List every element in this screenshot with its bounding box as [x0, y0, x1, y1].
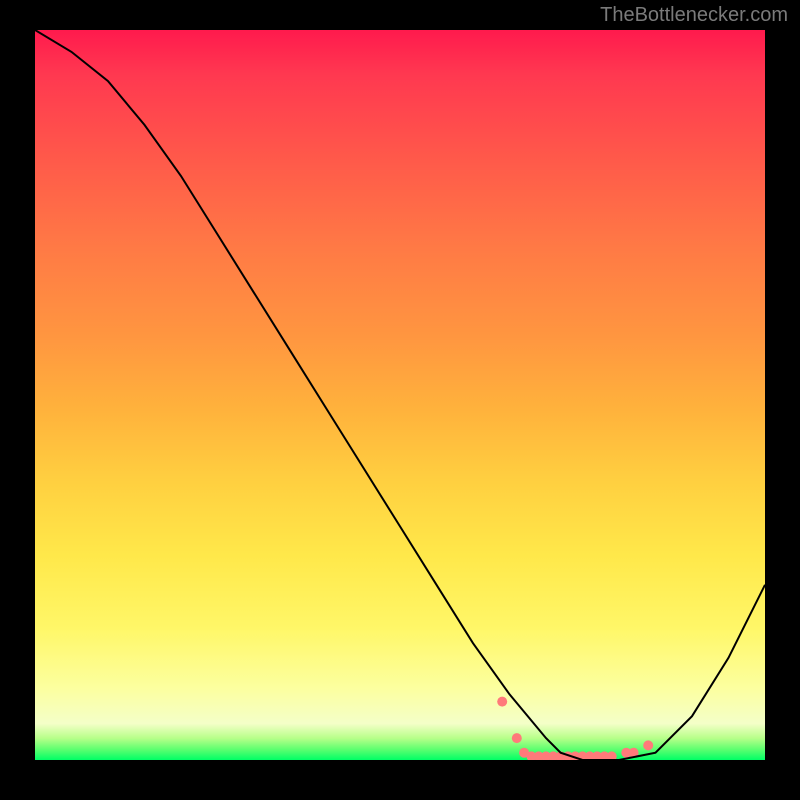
optimal-marker-dot — [497, 697, 507, 707]
bottleneck-curve-line — [35, 30, 765, 760]
optimal-marker-dot — [643, 740, 653, 750]
chart-plot-area — [35, 30, 765, 760]
optimal-marker-dot — [607, 751, 617, 760]
chart-svg — [35, 30, 765, 760]
optimal-marker-dot — [512, 733, 522, 743]
attribution-text: TheBottlenecker.com — [600, 4, 788, 27]
